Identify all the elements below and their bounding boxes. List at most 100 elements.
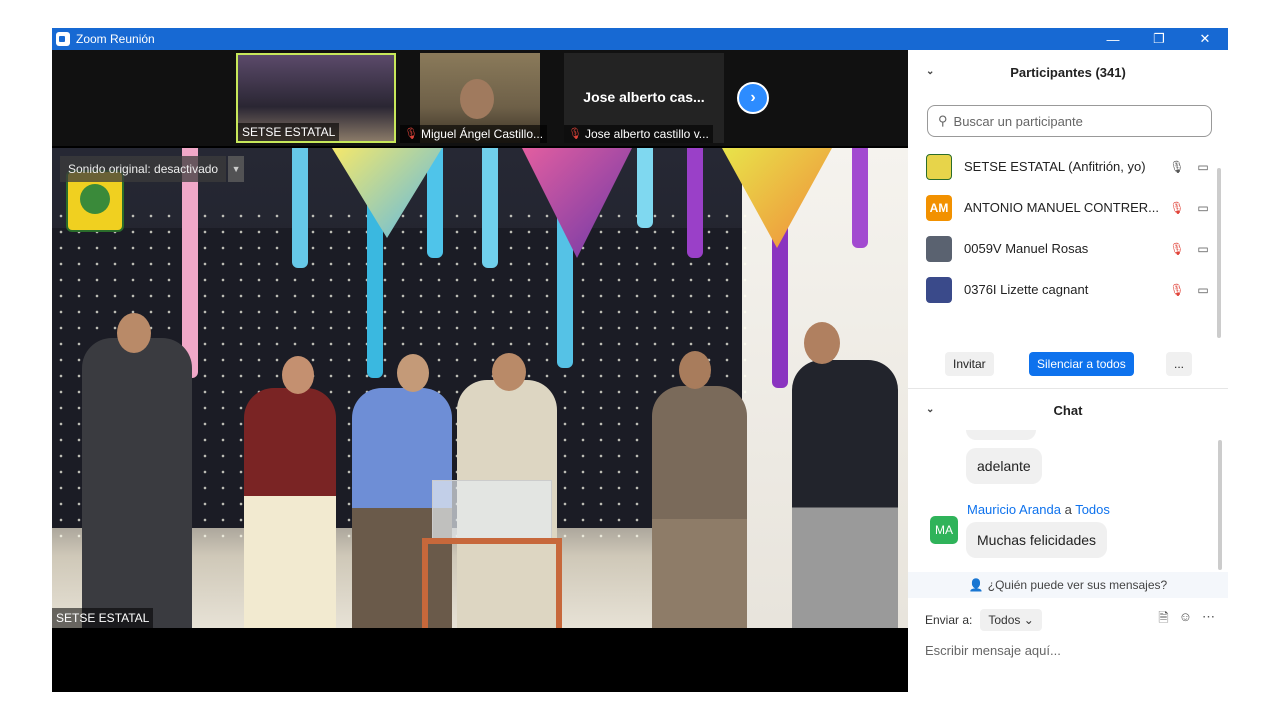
avatar — [926, 235, 952, 262]
message-recipient[interactable]: Todos — [1075, 502, 1110, 517]
thumbnail-strip: SETSE ESTATAL 🎙 Miguel Ángel Castillo...… — [52, 50, 908, 146]
message-sender-line: Mauricio Aranda a Todos — [967, 502, 1110, 517]
video-camera-icon[interactable]: ▭ — [1194, 283, 1212, 297]
thumbnail-name: Miguel Ángel Castillo... — [420, 127, 544, 141]
microphone-icon[interactable]: 🎙 — [1168, 160, 1186, 174]
chat-messages: adelante Mauricio Aranda a Todos MA Much… — [908, 430, 1220, 570]
wooden-stand — [422, 538, 562, 628]
chat-bubble: adelante — [966, 448, 1042, 484]
avatar — [926, 276, 952, 303]
chat-bubble: Muchas felicidades — [966, 522, 1108, 558]
chat-header: ⌄ Chat — [908, 390, 1228, 430]
avatar: MA — [930, 516, 958, 544]
mic-muted-icon: 🎙 — [404, 128, 418, 140]
person-head — [397, 354, 429, 392]
person-head — [804, 322, 840, 364]
person-head — [117, 313, 151, 353]
more-options-icon[interactable]: ⋯ — [1202, 609, 1215, 631]
raffle-box — [432, 480, 552, 540]
chat-message-input[interactable] — [925, 640, 1215, 660]
video-camera-icon[interactable]: ▭ — [1194, 160, 1212, 174]
search-input[interactable] — [953, 113, 1184, 129]
person-head — [679, 351, 711, 389]
video-camera-icon[interactable]: ▭ — [1194, 201, 1212, 215]
video-thumbnail[interactable]: Jose alberto cas... 🎙 Jose alberto casti… — [564, 53, 724, 143]
who-can-see-text: ¿Quién puede ver sus mensajes? — [987, 578, 1168, 592]
message-to-word: a — [1064, 502, 1072, 517]
participant-name: 0059V Manuel Rosas — [964, 241, 1089, 256]
avatar — [926, 153, 952, 180]
original-sound-label: Sonido original: desactivado — [60, 156, 227, 182]
window-title: Zoom Reunión — [76, 32, 155, 46]
chevron-down-icon[interactable]: ▼ — [228, 156, 245, 182]
chevron-down-icon[interactable]: ⌄ — [926, 66, 934, 77]
person-head — [282, 356, 314, 394]
thumbnail-label: 🎙 Miguel Ángel Castillo... — [400, 125, 548, 143]
person — [244, 388, 336, 628]
thumbnail-big-name: Jose alberto cas... — [583, 89, 705, 105]
close-icon[interactable]: ✕ — [1182, 28, 1228, 50]
participants-title: Participantes (341) — [1010, 64, 1126, 80]
decoration — [687, 148, 703, 258]
participant-row[interactable]: SETSE ESTATAL (Anfitrión, yo) 🎙 ▭ — [908, 146, 1218, 187]
participant-row[interactable]: 0376I Lizette cagnant 🎙 ▭ — [908, 269, 1218, 310]
message-sender[interactable]: Mauricio Aranda — [967, 502, 1061, 517]
mic-muted-icon: 🎙 — [568, 128, 582, 140]
chat-scrollbar[interactable] — [1218, 440, 1222, 570]
chat-title: Chat — [1053, 402, 1083, 418]
participant-name: SETSE ESTATAL (Anfitrión, yo) — [964, 159, 1146, 174]
user-info-icon: 👤 — [968, 578, 984, 592]
mic-muted-icon[interactable]: 🎙 — [1168, 242, 1186, 256]
thumbnail-label: SETSE ESTATAL — [238, 123, 340, 141]
who-can-see-bar[interactable]: 👤 ¿Quién puede ver sus mensajes? — [908, 572, 1228, 598]
speaker-name-tag: SETSE ESTATAL — [52, 608, 154, 628]
emoji-icon[interactable]: ☺ — [1179, 609, 1192, 631]
chevron-down-icon[interactable]: ⌄ — [926, 404, 934, 415]
participant-list: SETSE ESTATAL (Anfitrión, yo) 🎙 ▭ AM ANTO… — [908, 146, 1218, 310]
invite-button[interactable]: Invitar — [945, 352, 994, 376]
mic-muted-icon[interactable]: 🎙 — [1168, 201, 1186, 215]
person-head — [492, 353, 526, 391]
participant-name: 0376I Lizette cagnant — [964, 282, 1089, 297]
participants-header: ⌄ Participantes (341) — [908, 50, 1228, 94]
zoom-window: Zoom Reunión — ❐ ✕ SETSE ESTATAL 🎙 Migue… — [52, 28, 1228, 692]
person — [82, 338, 192, 628]
title-bar: Zoom Reunión — ❐ ✕ — [52, 28, 1228, 50]
participant-row[interactable]: AM ANTONIO MANUEL CONTRER... 🎙 ▭ — [908, 187, 1218, 228]
chat-bubble — [966, 430, 1036, 440]
chevron-right-icon: › — [750, 89, 756, 106]
participant-name: ANTONIO MANUEL CONTRER... — [964, 200, 1160, 215]
video-camera-icon[interactable]: ▭ — [1194, 242, 1212, 256]
decoration — [852, 148, 868, 248]
participant-search[interactable]: ⚲ — [927, 105, 1212, 137]
send-to-row: Enviar a: Todos ⌄ 🗎 ☺ ⋯ — [925, 607, 1215, 633]
chevron-down-icon: ⌄ — [1023, 613, 1034, 627]
thumbnail-name: Jose alberto castillo v... — [584, 127, 709, 141]
participants-scrollbar[interactable] — [1217, 168, 1221, 338]
restore-icon[interactable]: ❐ — [1136, 28, 1182, 50]
person — [792, 360, 898, 628]
divider — [908, 388, 1228, 389]
send-to-value: Todos — [988, 613, 1021, 627]
side-panel: ⌄ Participantes (341) ⚲ SETSE ESTATAL (A… — [908, 50, 1228, 692]
main-video: Sonido original: desactivado ▼ SETSE EST… — [52, 148, 908, 628]
more-button[interactable]: ... — [1166, 352, 1193, 376]
avatar-text: AM — [929, 200, 949, 215]
file-icon[interactable]: 🗎 — [1158, 609, 1168, 631]
participant-row[interactable]: 0059V Manuel Rosas 🎙 ▭ — [908, 228, 1218, 269]
original-sound-toggle[interactable]: Sonido original: desactivado ▼ — [60, 156, 245, 182]
decoration — [637, 148, 653, 228]
participant-face — [460, 79, 494, 119]
thumbnail-label: 🎙 Jose alberto castillo v... — [564, 125, 713, 143]
person — [652, 386, 747, 628]
next-page-button[interactable]: › — [737, 82, 769, 114]
mic-muted-icon[interactable]: 🎙 — [1168, 283, 1186, 297]
search-icon: ⚲ — [938, 113, 948, 128]
video-thumbnail[interactable]: SETSE ESTATAL — [236, 53, 396, 143]
decoration — [482, 148, 498, 268]
minimize-icon[interactable]: — — [1090, 28, 1136, 50]
mute-all-button[interactable]: Silenciar a todos — [1029, 352, 1134, 376]
avatar: AM — [926, 194, 952, 221]
decoration — [182, 148, 198, 378]
send-to-select[interactable]: Todos ⌄ — [980, 609, 1042, 631]
